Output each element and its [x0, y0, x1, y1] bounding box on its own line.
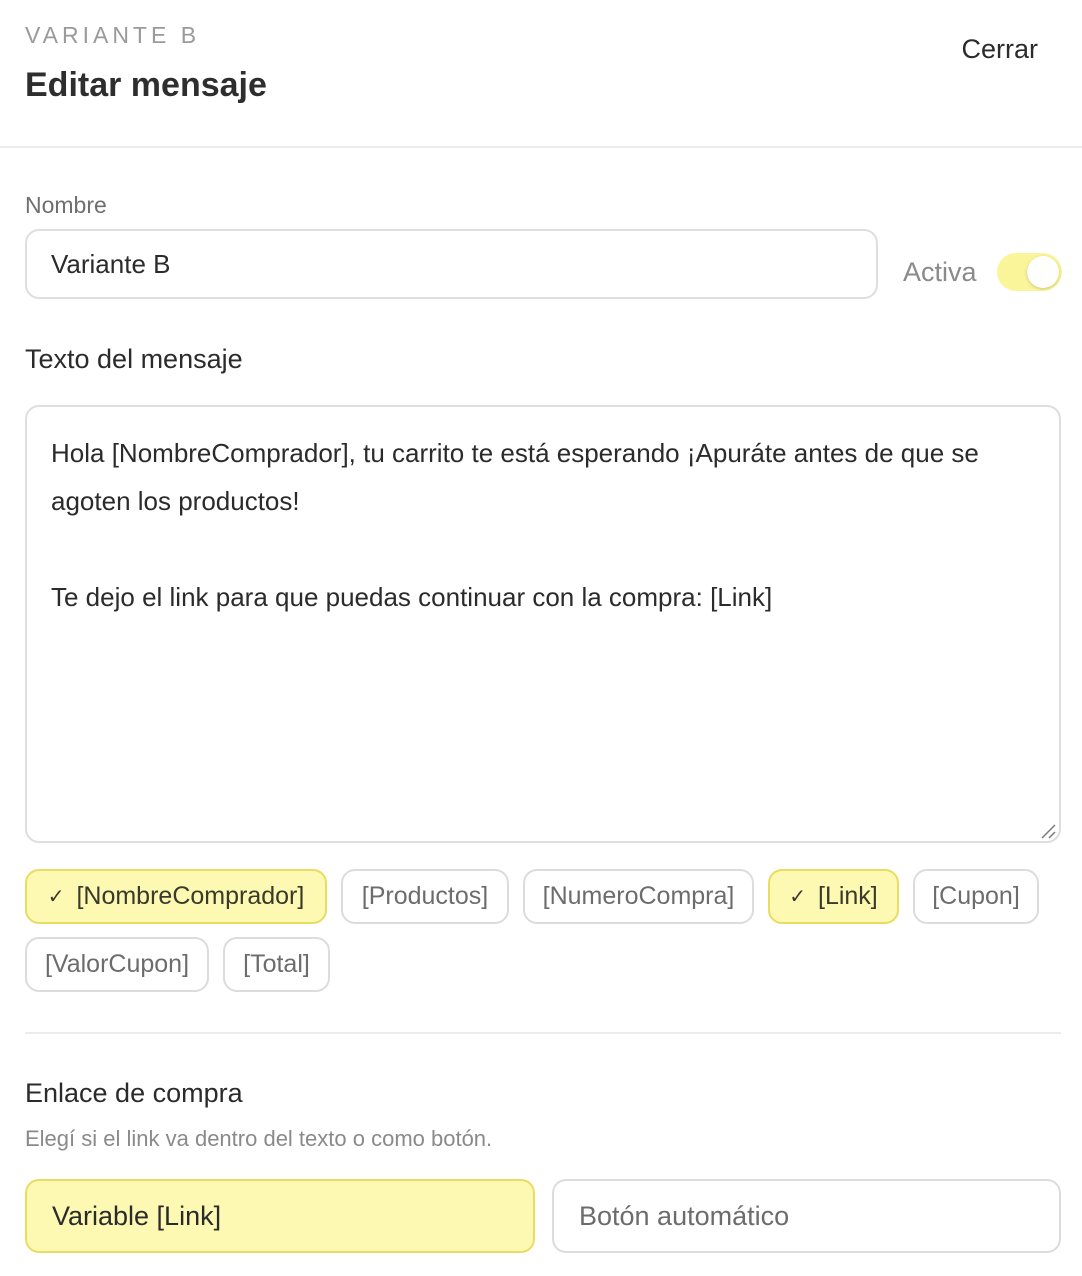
active-toggle-label: Activa	[903, 257, 977, 287]
check-icon: ✓	[789, 886, 806, 908]
resize-grip-icon[interactable]	[1040, 823, 1056, 839]
variable-chip-label: [NombreComprador]	[76, 882, 305, 910]
option-variable-link[interactable]: Variable [Link]	[25, 1179, 535, 1253]
variable-chip-total[interactable]: [Total]	[223, 937, 330, 992]
section-divider	[25, 1032, 1061, 1034]
name-field-label: Nombre	[25, 192, 107, 218]
variable-chip-productos[interactable]: [Productos]	[341, 869, 509, 924]
variable-chip-label: [Productos]	[361, 882, 489, 910]
variable-chip-nombrecomprador[interactable]: ✓ [NombreComprador]	[25, 869, 327, 924]
variable-chip-link[interactable]: ✓ [Link]	[768, 869, 899, 924]
variable-chip-label: [ValorCupon]	[44, 950, 190, 978]
message-textarea[interactable]: Hola [NombreComprador], tu carrito te es…	[25, 405, 1061, 843]
active-toggle[interactable]	[997, 253, 1062, 291]
variable-chip-numerocompra[interactable]: [NumeroCompra]	[523, 869, 754, 924]
purchase-link-title: Enlace de compra	[25, 1078, 243, 1108]
message-text-label: Texto del mensaje	[25, 344, 243, 374]
page-title: Editar mensaje	[25, 66, 267, 104]
option-label: Variable [Link]	[52, 1200, 222, 1231]
purchase-link-subtitle: Elegí si el link va dentro del texto o c…	[25, 1126, 493, 1151]
variable-chip-valorcupon[interactable]: [ValorCupon]	[25, 937, 209, 992]
check-icon: ✓	[47, 886, 65, 908]
variable-chip-label: [Total]	[243, 950, 310, 978]
option-automatic-button[interactable]: Botón automático	[552, 1179, 1061, 1253]
name-input[interactable]	[25, 229, 878, 299]
variable-chip-cupon[interactable]: [Cupon]	[913, 869, 1039, 924]
panel-header: VARIANTE B Editar mensaje Cerrar	[0, 0, 1082, 148]
variable-chip-label: [NumeroCompra]	[542, 882, 735, 910]
variant-eyebrow: VARIANTE B	[25, 22, 201, 48]
toggle-knob	[1027, 256, 1059, 288]
variable-chip-label: [Cupon]	[932, 882, 1020, 910]
option-label: Botón automático	[579, 1200, 790, 1231]
close-button[interactable]: Cerrar	[961, 34, 1038, 65]
variable-chip-label: [Link]	[818, 882, 878, 910]
